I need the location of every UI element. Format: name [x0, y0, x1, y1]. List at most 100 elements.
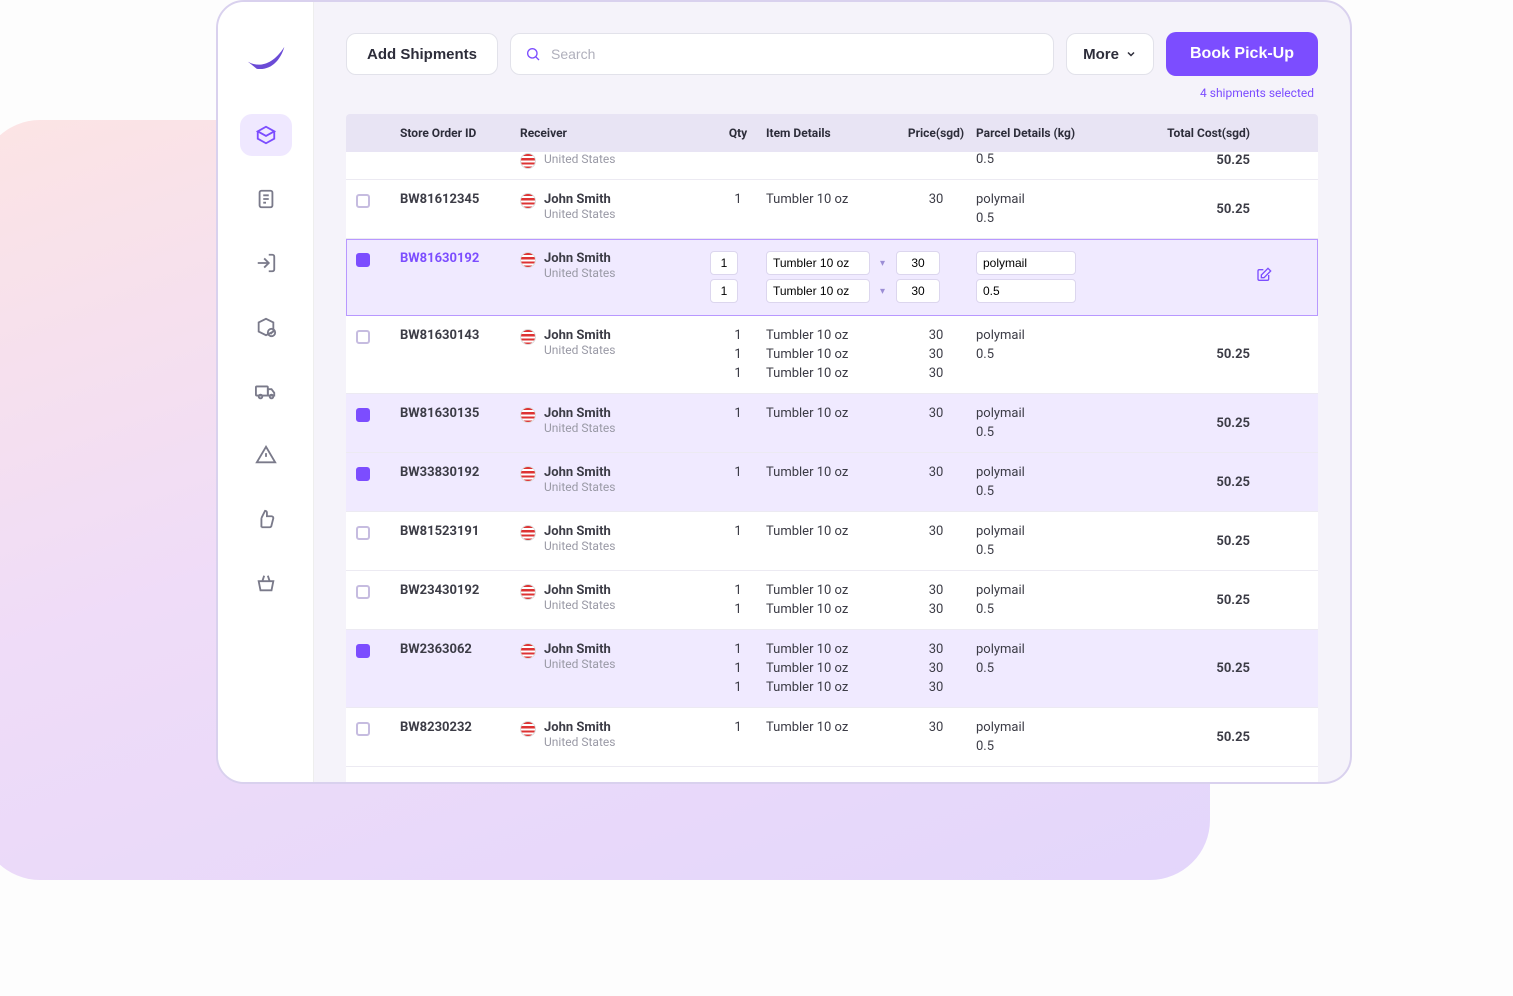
flag-icon	[520, 584, 536, 600]
th-price: Price(sgd)	[896, 126, 976, 140]
flag-icon	[520, 525, 536, 541]
price-value: 30	[896, 192, 976, 207]
receiver-name: John Smith	[544, 583, 615, 598]
nav-import-icon[interactable]	[240, 242, 292, 284]
price-input[interactable]	[896, 279, 940, 303]
receiver-country: United States	[544, 735, 615, 749]
item-input[interactable]	[766, 279, 870, 303]
th-qty: Qty	[710, 126, 766, 140]
more-label: More	[1083, 46, 1119, 63]
table-row[interactable]: BW33830192 John Smith United States 1 Tu…	[346, 453, 1318, 512]
order-id: BW81630143	[400, 328, 520, 343]
parcel-weight: 0.5	[976, 484, 1146, 499]
total-cost: 50.25	[1146, 730, 1256, 745]
qty-value: 1	[710, 465, 766, 480]
row-checkbox[interactable]	[356, 526, 370, 540]
parcel-weight-input[interactable]	[976, 279, 1076, 303]
search-input[interactable]	[551, 46, 1039, 62]
th-item-details: Item Details	[766, 126, 896, 140]
parcel-type: polymail	[976, 524, 1146, 539]
nav-thumbs-up-icon[interactable]	[240, 498, 292, 540]
price-value: 30	[896, 366, 976, 381]
row-checkbox[interactable]	[356, 330, 370, 344]
total-cost: 50.25	[1146, 534, 1256, 549]
row-checkbox[interactable]	[356, 467, 370, 481]
item-name: Tumbler 10 oz	[766, 524, 896, 539]
parcel-weight: 0.5	[976, 661, 1146, 676]
parcel-type-input[interactable]	[976, 251, 1076, 275]
item-input[interactable]	[766, 251, 870, 275]
row-checkbox[interactable]	[356, 194, 370, 208]
th-total: Total Cost(sgd)	[1146, 126, 1256, 140]
edit-icon[interactable]	[1256, 267, 1272, 283]
search-icon	[525, 46, 541, 62]
flag-icon	[520, 329, 536, 345]
receiver-country: United States	[544, 152, 615, 166]
th-receiver: Receiver	[520, 126, 710, 140]
receiver-country: United States	[544, 539, 615, 553]
row-checkbox[interactable]	[356, 253, 370, 267]
nav-shipments-icon[interactable]	[240, 114, 292, 156]
nav-alert-icon[interactable]	[240, 434, 292, 476]
table-body[interactable]: United States 0.5 50.25 BW81612345 John …	[346, 152, 1318, 782]
receiver-name: John Smith	[544, 642, 615, 657]
price-input[interactable]	[896, 251, 940, 275]
qty-value: 1	[710, 583, 766, 598]
qty-input[interactable]	[710, 251, 738, 275]
flag-icon	[520, 407, 536, 423]
table-row[interactable]: BW23430192 John Smith United States 11 T…	[346, 571, 1318, 630]
order-id: BW81523191	[400, 524, 520, 539]
parcel-type: polymail	[976, 583, 1146, 598]
item-name: Tumbler 10 oz	[766, 583, 896, 598]
parcel-type: polymail	[976, 406, 1146, 421]
qty-value: 1	[710, 406, 766, 421]
book-pickup-button[interactable]: Book Pick-Up	[1166, 32, 1318, 76]
table-row[interactable]: BW81630143 John Smith United States 111 …	[346, 316, 1318, 394]
table-row[interactable]: BW81630135 John Smith United States 1 Tu…	[346, 394, 1318, 453]
row-checkbox[interactable]	[356, 644, 370, 658]
total-cost: 50.25	[1146, 153, 1256, 168]
row-checkbox[interactable]	[356, 585, 370, 599]
item-name: Tumbler 10 oz	[766, 720, 896, 735]
table-row[interactable]: BW81612345 John Smith United States 1 Tu…	[346, 180, 1318, 239]
price-value: 30	[896, 347, 976, 362]
item-name: Tumbler 10 oz	[766, 680, 896, 695]
nav-truck-icon[interactable]	[240, 370, 292, 412]
table-row[interactable]: BW81630192 John Smith United States ▾▾	[346, 239, 1318, 316]
qty-input[interactable]	[710, 279, 738, 303]
item-name: Tumbler 10 oz	[766, 602, 896, 617]
qty-value: 1	[710, 642, 766, 657]
qty-value: 1	[710, 602, 766, 617]
nav-orders-icon[interactable]	[240, 178, 292, 220]
table-row[interactable]: BW2363062 John Smith United States 111 T…	[346, 630, 1318, 708]
row-checkbox[interactable]	[356, 722, 370, 736]
parcel-weight: 0.5	[976, 425, 1146, 440]
parcel-weight: 0.5	[976, 543, 1146, 558]
chevron-down-icon[interactable]: ▾	[876, 258, 889, 269]
flag-icon	[520, 643, 536, 659]
total-cost: 50.25	[1146, 202, 1256, 217]
order-id: BW8230232	[400, 720, 520, 735]
more-button[interactable]: More	[1066, 33, 1154, 75]
parcel-type: polymail	[976, 192, 1146, 207]
table-row-partial[interactable]: United States 0.5 50.25	[346, 152, 1318, 180]
sidebar	[218, 2, 314, 782]
nav-package-check-icon[interactable]	[240, 306, 292, 348]
price-value: 30	[896, 465, 976, 480]
row-checkbox[interactable]	[356, 408, 370, 422]
total-cost: 50.25	[1146, 347, 1256, 362]
receiver-country: United States	[544, 207, 615, 221]
item-name: Tumbler 10 oz	[766, 347, 896, 362]
item-name: Tumbler 10 oz	[766, 192, 896, 207]
search-field[interactable]	[510, 33, 1054, 75]
parcel-weight: 0.5	[976, 211, 1146, 226]
table-row[interactable]: BW8230232 John Smith United States 1 Tum…	[346, 708, 1318, 767]
add-shipments-button[interactable]: Add Shipments	[346, 33, 498, 75]
item-name: Tumbler 10 oz	[766, 465, 896, 480]
receiver-country: United States	[544, 266, 615, 280]
parcel-weight: 0.5	[976, 602, 1146, 617]
chevron-down-icon[interactable]: ▾	[876, 286, 889, 297]
nav-basket-icon[interactable]	[240, 562, 292, 604]
table-row[interactable]: BW81523191 John Smith United States 1 Tu…	[346, 512, 1318, 571]
qty-value: 1	[710, 661, 766, 676]
